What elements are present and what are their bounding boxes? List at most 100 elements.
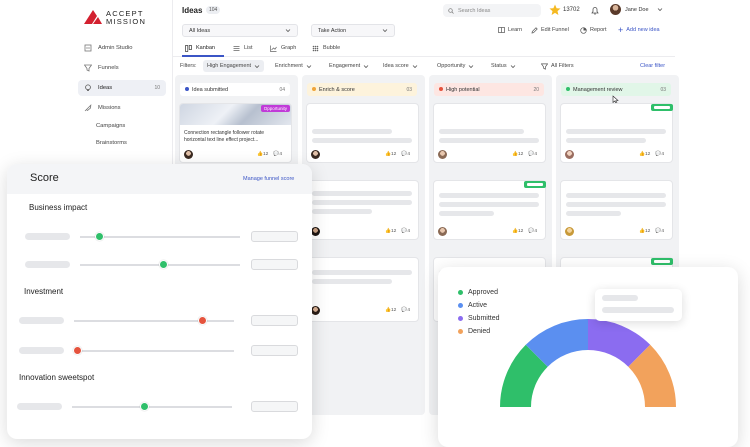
slider-knob[interactable]	[197, 316, 207, 325]
tab-active-indicator	[182, 55, 224, 57]
score-value-field[interactable]	[251, 401, 298, 412]
filter-label: Enrichment	[275, 63, 303, 69]
search-input[interactable]: Search Ideas	[443, 4, 541, 17]
skeleton-line	[312, 129, 392, 134]
add-idea-button[interactable]: + Add new idea	[618, 24, 660, 36]
score-value-field[interactable]	[251, 231, 298, 242]
status-tag	[524, 181, 546, 188]
avatar	[565, 227, 574, 236]
score-value-field[interactable]	[251, 345, 298, 356]
sidebar-item-label: Admin Studio	[98, 45, 133, 51]
slider-track[interactable]	[74, 350, 234, 352]
idea-card[interactable]: 👍12 💬4	[306, 257, 419, 322]
clear-filter-link[interactable]: Clear filter	[640, 60, 665, 72]
idea-card[interactable]: 👍12 💬4	[306, 103, 419, 163]
all-ideas-select[interactable]: All Ideas	[182, 24, 298, 37]
column-count: 20	[533, 86, 539, 93]
tab-label: Bubble	[323, 45, 341, 51]
slider-knob[interactable]	[72, 346, 82, 355]
chevron-down-icon[interactable]	[657, 7, 663, 12]
idea-card-meta: 👍12 💬4	[512, 152, 537, 157]
tab-graph[interactable]: Graph	[270, 42, 296, 54]
opportunity-tag: Opportunity	[260, 105, 290, 112]
status-dot	[439, 86, 443, 91]
list-icon	[233, 45, 240, 51]
score-value-field[interactable]	[251, 315, 298, 326]
column-header-high-potential[interactable]: High potential 20	[434, 83, 544, 96]
chevron-down-icon	[382, 29, 388, 33]
status-donut-chart	[500, 319, 676, 407]
tab-label: Graph	[281, 45, 297, 51]
report-button[interactable]: Report	[580, 24, 607, 36]
idea-card[interactable]: 👍12 💬4	[433, 180, 546, 240]
avatar	[565, 150, 574, 159]
idea-card[interactable]: 👍12 💬4	[560, 180, 673, 240]
funnel-icon	[84, 64, 92, 72]
filters-label: Filters:	[180, 63, 197, 69]
slider-track[interactable]	[80, 236, 240, 238]
column-title: Management review	[573, 86, 623, 93]
filter-engagement[interactable]: Engagement	[329, 60, 369, 72]
tab-bubble[interactable]: Bubble	[312, 42, 340, 54]
filter-status[interactable]: Status	[491, 60, 516, 72]
filter-high-engagement[interactable]: High Engagement	[203, 60, 265, 72]
sidebar-item-brainstorms[interactable]: Brainstorms	[78, 135, 166, 151]
status-dot	[312, 86, 316, 91]
take-action-label: Take Action	[318, 27, 347, 34]
bell-icon[interactable]	[591, 6, 599, 15]
all-filters-label: All Filters	[551, 63, 574, 69]
slider-track[interactable]	[72, 406, 232, 408]
slider-label-skeleton	[25, 261, 70, 268]
idea-card[interactable]: Opportunity Connection rectangle followe…	[179, 103, 292, 163]
take-action-select[interactable]: Take Action	[311, 24, 395, 37]
filter-opportunity[interactable]: Opportunity	[437, 60, 474, 72]
ideas-count-badge: 104	[206, 6, 221, 14]
column-title: Enrich & score	[319, 86, 355, 93]
manage-funnel-score-link[interactable]: Manage funnel score	[243, 176, 294, 182]
learn-button[interactable]: Learn	[498, 24, 522, 36]
sidebar-item-label: Funnels	[98, 65, 119, 71]
idea-card-title-line1: Connection rectangle follower rotate	[184, 130, 265, 136]
column-title-wrap: High potential	[439, 86, 480, 93]
filter-idea-score[interactable]: Idea score	[383, 60, 418, 72]
avatar[interactable]	[610, 4, 621, 15]
brand-logo[interactable]: ACCEPT MISSION	[82, 8, 152, 26]
idea-card[interactable]: 👍12 💬4	[306, 180, 419, 240]
idea-card[interactable]: 👍12 💬4	[560, 103, 673, 163]
sidebar-item-label: Ideas	[98, 85, 113, 91]
sidebar-item-campaigns[interactable]: Campaigns	[78, 118, 166, 134]
view-tabs-underline	[172, 56, 675, 57]
avatar	[311, 227, 320, 236]
edit-funnel-button[interactable]: Edit Funnel	[531, 24, 569, 36]
all-filters-button[interactable]: All Filters	[541, 60, 574, 72]
sidebar-item-admin-studio[interactable]: Admin Studio	[78, 40, 166, 56]
tab-kanban[interactable]: Kanban	[185, 42, 215, 54]
sidebar-item-funnels[interactable]: Funnels	[78, 60, 166, 76]
sidebar-item-ideas[interactable]: Ideas 10	[78, 80, 166, 96]
skeleton-line	[566, 138, 646, 143]
score-value-field[interactable]	[251, 259, 298, 270]
edit-icon	[531, 26, 538, 33]
tab-list[interactable]: List	[233, 42, 253, 54]
slider-knob[interactable]	[94, 232, 104, 241]
slider-knob[interactable]	[139, 402, 149, 411]
slider-knob[interactable]	[158, 260, 168, 269]
avatar	[184, 150, 193, 159]
idea-card-meta: 👍12 💬4	[385, 229, 410, 234]
chevron-down-icon	[306, 64, 312, 68]
star-icon	[549, 4, 561, 15]
building-icon	[84, 44, 92, 52]
sidebar-item-missions[interactable]: Missions	[78, 100, 166, 116]
skeleton-line	[439, 129, 524, 134]
skeleton-line	[566, 211, 621, 216]
tab-label: Kanban	[196, 45, 215, 51]
slider-track[interactable]	[74, 320, 234, 322]
learn-label: Learn	[508, 27, 523, 33]
column-title-wrap: Enrich & score	[312, 86, 355, 93]
user-name[interactable]: Jane Doe	[625, 7, 649, 13]
idea-card[interactable]: 👍12 💬4	[433, 103, 546, 163]
column-header-enrich-score[interactable]: Enrich & score 03	[307, 83, 417, 96]
filter-enrichment[interactable]: Enrichment	[275, 60, 312, 72]
column-header-idea-submitted[interactable]: Idea submitted 04	[180, 83, 290, 96]
avatar	[311, 306, 320, 315]
